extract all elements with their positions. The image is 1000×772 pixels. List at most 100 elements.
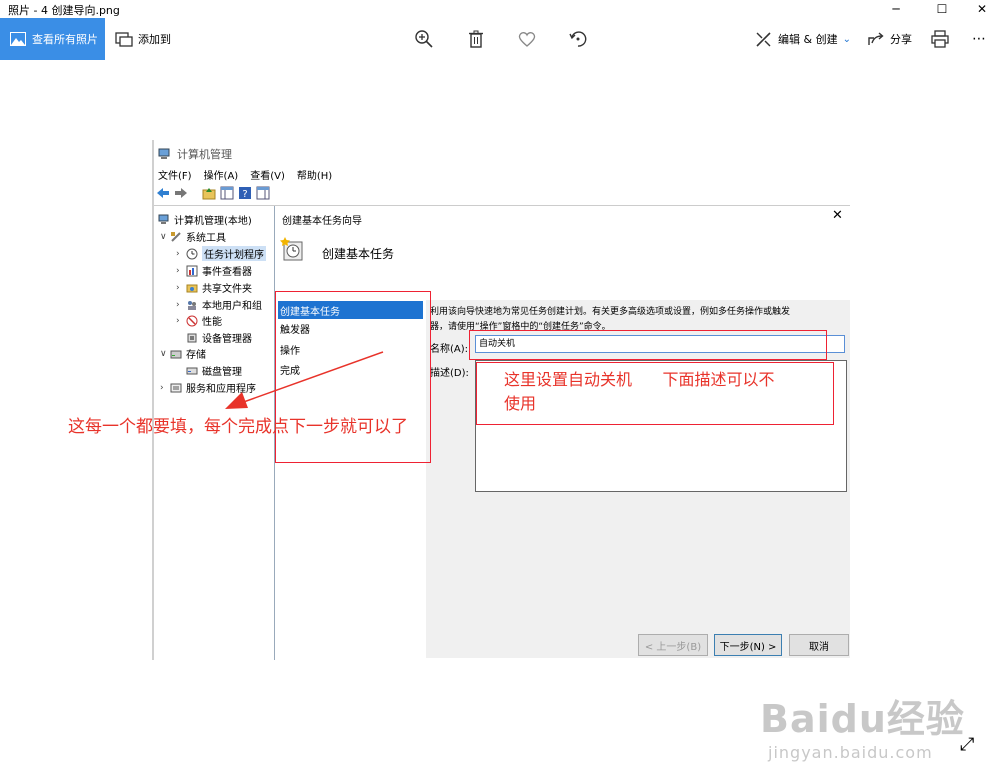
tree-event-viewer[interactable]: › 事件查看器 (176, 263, 252, 278)
baidu-watermark: Baidu经验 jingyan.baidu.com (760, 688, 965, 762)
more-icon: ⋯ (972, 31, 986, 47)
tree-storage[interactable]: ∨ 存储 (160, 346, 206, 362)
tree-event-viewer-label: 事件查看器 (202, 267, 252, 278)
computer-management-title-text: 计算机管理 (177, 148, 232, 161)
users-icon (188, 300, 196, 310)
wizard-title: 创建基本任务向导 (282, 216, 362, 227)
expand-icon: ⤢ (960, 734, 975, 755)
watermark-sub: jingyan.baidu.com (768, 743, 933, 762)
cancel-button[interactable]: 取消 (789, 634, 849, 656)
help-icon[interactable]: ? (238, 186, 252, 200)
close-icon: ✕ (832, 208, 843, 223)
console-tree-icon[interactable] (220, 186, 234, 200)
chevron-right-icon[interactable]: › (160, 383, 170, 393)
tree-device-manager[interactable]: 设备管理器 (186, 330, 252, 345)
disk-icon (186, 367, 198, 374)
clock-icon (186, 248, 198, 259)
tree-storage-label: 存储 (186, 350, 206, 361)
heart-icon (518, 32, 536, 47)
zoom-in-button[interactable] (414, 18, 434, 60)
chevron-right-icon[interactable]: › (176, 249, 186, 259)
view-all-photos-label: 查看所有照片 (32, 33, 98, 46)
description-label: 描述(D): (430, 368, 469, 379)
minimize-icon: ─ (892, 2, 900, 16)
computer-management-toolbar: ? (156, 186, 270, 200)
tree-task-scheduler-label: 任务计划程序 (202, 246, 266, 261)
computer-management-title: 计算机管理 (158, 146, 232, 162)
tree-performance[interactable]: › 性能 (176, 313, 222, 328)
edit-create-label: 编辑 & 创建 (778, 33, 838, 46)
edit-create-button[interactable]: 编辑 & 创建 ⌄ (754, 18, 851, 60)
next-button[interactable]: 下一步(N) > (714, 634, 782, 656)
add-to-button[interactable]: 添加到 (114, 18, 171, 60)
storage-icon (170, 350, 182, 358)
up-folder-icon[interactable] (202, 186, 216, 200)
window-title: 照片 - 4 创建导向.png (8, 4, 120, 17)
chevron-down-icon: ⌄ (842, 33, 851, 45)
forward-arrow-icon[interactable] (174, 186, 188, 200)
chevron-down-icon[interactable]: ∨ (160, 349, 170, 359)
chevron-right-icon[interactable]: › (176, 283, 186, 293)
chevron-down-icon[interactable]: ∨ (160, 232, 170, 242)
print-button[interactable] (930, 18, 950, 60)
computer-icon (158, 214, 169, 224)
tree-device-manager-label: 设备管理器 (202, 334, 252, 345)
more-button[interactable]: ⋯ (972, 18, 986, 60)
right-annotation-line2: 使用 (504, 394, 537, 413)
printer-icon (931, 30, 949, 48)
add-to-label: 添加到 (138, 33, 171, 46)
chevron-right-icon[interactable]: › (176, 300, 186, 310)
fullscreen-button[interactable]: ⤢ (960, 734, 974, 755)
menu-file[interactable]: 文件(F) (158, 167, 192, 182)
photo-icon (10, 32, 26, 46)
maximize-button[interactable]: ☐ (926, 0, 958, 18)
wizard-heading: 创建基本任务 (322, 247, 395, 261)
right-annotation-line1: 这里设置自动关机 下面描述可以不 (504, 370, 775, 389)
back-button[interactable]: < 上一步(B) (638, 634, 708, 656)
tree-system-tools-label: 系统工具 (186, 233, 226, 244)
computer-management-menu: 文件(F) 操作(A) 查看(V) 帮助(H) (158, 167, 332, 182)
tree-task-scheduler[interactable]: › 任务计划程序 (176, 246, 266, 261)
zoom-in-icon (415, 30, 433, 48)
tree-performance-label: 性能 (202, 317, 222, 328)
wizard-close-button[interactable]: ✕ (832, 208, 843, 223)
share-label: 分享 (890, 33, 912, 46)
right-annotation: 这里设置自动关机 下面描述可以不 使用 (504, 368, 775, 416)
add-to-icon (115, 32, 133, 47)
shared-folder-icon (186, 284, 198, 292)
back-arrow-icon[interactable] (156, 186, 170, 200)
tree-root-label: 计算机管理(本地) (174, 216, 252, 227)
favorite-button[interactable] (517, 18, 537, 60)
photos-toolbar: 查看所有照片 添加到 编辑 & 创建 ⌄ 分享 ⋯ (0, 18, 1000, 60)
chevron-right-icon[interactable]: › (176, 316, 186, 326)
left-annotation: 这每一个都要填，每个完成点下一步就可以了 (68, 417, 408, 437)
title-bar: 照片 - 4 创建导向.png ─ ☐ ✕ (0, 0, 1000, 18)
event-viewer-icon (186, 265, 198, 276)
chevron-right-icon[interactable]: › (176, 266, 186, 276)
computer-icon (158, 148, 170, 159)
share-button[interactable]: 分享 (866, 18, 912, 60)
annotation-arrow (225, 351, 384, 409)
tree-root[interactable]: 计算机管理(本地) (158, 212, 252, 227)
delete-button[interactable] (466, 18, 486, 60)
maximize-icon: ☐ (936, 2, 948, 16)
tree-system-tools[interactable]: ∨ 系统工具 (160, 229, 226, 244)
rotate-button[interactable] (568, 18, 588, 60)
tools-icon (171, 231, 181, 242)
close-window-button[interactable]: ✕ (966, 0, 998, 18)
services-icon (170, 383, 182, 392)
rotate-icon (569, 31, 587, 47)
action-pane-icon[interactable] (256, 186, 270, 200)
minimize-button[interactable]: ─ (880, 0, 912, 18)
menu-help[interactable]: 帮助(H) (297, 167, 332, 182)
performance-icon (186, 315, 198, 326)
tree-shared-folders[interactable]: › 共享文件夹 (176, 280, 252, 296)
menu-action[interactable]: 操作(A) (204, 167, 239, 182)
wizard-description-line1: 利用该向导快速地为常见任务创建计划。有关更多高级选项或设置，例如多任务操作或触发 (430, 307, 791, 317)
tree-local-users[interactable]: › 本地用户和组 (176, 297, 262, 313)
watermark-main: Baidu经验 (760, 697, 965, 741)
tree-local-users-label: 本地用户和组 (202, 301, 262, 312)
task-wizard-icon (280, 237, 303, 261)
view-all-photos-button[interactable]: 查看所有照片 (0, 18, 105, 60)
menu-view[interactable]: 查看(V) (250, 167, 285, 182)
